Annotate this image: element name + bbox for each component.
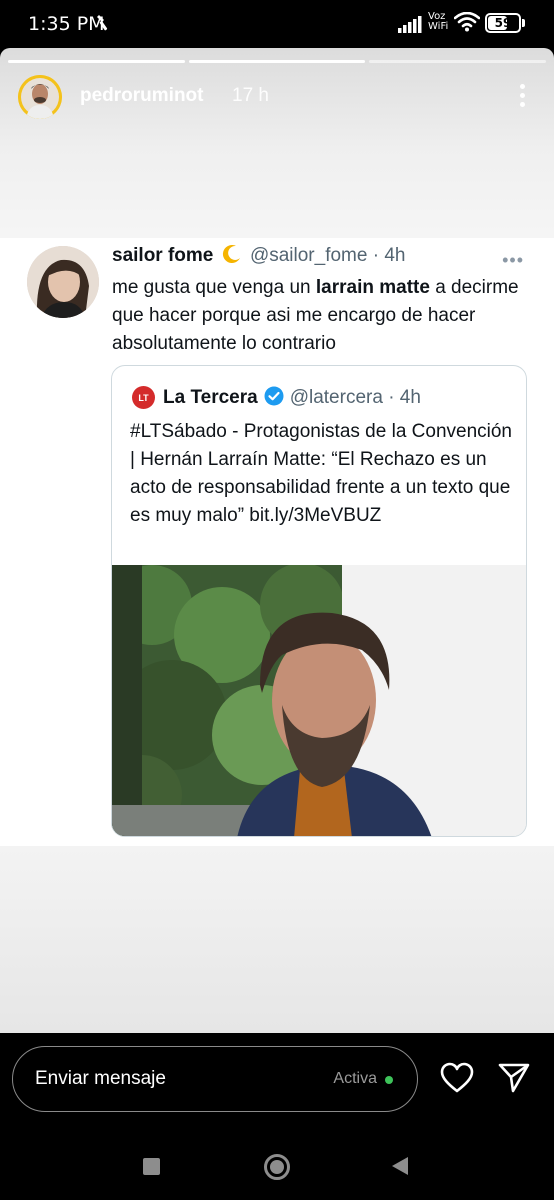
vowifi-label: Voz WiFi bbox=[428, 12, 448, 32]
active-dot-icon bbox=[385, 1076, 393, 1084]
story-time-ago: 17 h bbox=[232, 85, 269, 106]
story-avatar[interactable] bbox=[18, 75, 62, 119]
home-icon[interactable] bbox=[264, 1154, 290, 1180]
progress-segment bbox=[369, 60, 547, 63]
tweet-text-part: me gusta que venga un bbox=[112, 277, 316, 298]
quoted-author-name: La Tercera bbox=[163, 386, 258, 408]
quoted-tweet: LT La Tercera @latercera · 4h #LTSábado … bbox=[111, 365, 527, 837]
send-direct-icon[interactable] bbox=[498, 1062, 530, 1099]
story-progress bbox=[8, 60, 547, 63]
quoted-tweet-text: #LTSábado - Protagonistas de la Convenci… bbox=[130, 421, 513, 526]
tweet-card: sailor fome @sailor_fome · 4h ••• me gus… bbox=[0, 238, 554, 846]
like-heart-icon[interactable] bbox=[440, 1062, 474, 1099]
la-tercera-logo: LT bbox=[132, 386, 155, 409]
tweet-header: sailor fome @sailor_fome · 4h bbox=[112, 244, 405, 267]
quoted-tweet-photo bbox=[112, 565, 526, 836]
crescent-moon-icon bbox=[219, 244, 245, 267]
tweet-text: me gusta que venga un larrain matte a de… bbox=[112, 274, 532, 358]
send-message-placeholder: Enviar mensaje bbox=[35, 1068, 166, 1089]
tweet-more-icon: ••• bbox=[502, 250, 524, 270]
vowifi-line2: WiFi bbox=[428, 21, 449, 32]
screen: 1:35 PM Voz WiFi 59 pedroruminot 17 h sa… bbox=[0, 0, 554, 1200]
system-nav-bar bbox=[0, 1140, 554, 1200]
story-username[interactable]: pedroruminot bbox=[80, 85, 204, 107]
status-time: 1:35 PM bbox=[28, 13, 105, 35]
wifi-icon bbox=[453, 11, 481, 37]
active-status: Activa bbox=[333, 1070, 377, 1087]
tweet-author-name: sailor fome bbox=[112, 245, 214, 266]
more-options-icon[interactable] bbox=[520, 84, 526, 108]
battery-level: 59 bbox=[494, 16, 512, 30]
status-bar: 1:35 PM Voz WiFi 59 bbox=[0, 0, 554, 48]
story-card[interactable]: pedroruminot 17 h sailor fome @sailor_fo… bbox=[0, 48, 554, 1033]
tweet-author-handle: @sailor_fome · 4h bbox=[249, 245, 406, 266]
progress-segment bbox=[8, 60, 185, 63]
tweet-author-avatar bbox=[27, 246, 99, 318]
wrench-icon bbox=[96, 14, 110, 37]
battery-cap bbox=[522, 19, 525, 27]
tweet-text-bold: larrain matte bbox=[315, 277, 430, 298]
quoted-author-handle: @latercera · 4h bbox=[289, 386, 421, 408]
progress-segment bbox=[188, 60, 366, 63]
recents-icon[interactable] bbox=[143, 1158, 160, 1175]
battery-icon: 59 bbox=[485, 13, 521, 33]
quoted-tweet-header: LT La Tercera @latercera · 4h bbox=[132, 386, 421, 409]
send-message-input[interactable]: Enviar mensaje Activa bbox=[12, 1046, 418, 1112]
signal-icon bbox=[398, 15, 424, 38]
back-icon[interactable] bbox=[392, 1157, 408, 1175]
verified-badge-icon bbox=[264, 386, 284, 409]
